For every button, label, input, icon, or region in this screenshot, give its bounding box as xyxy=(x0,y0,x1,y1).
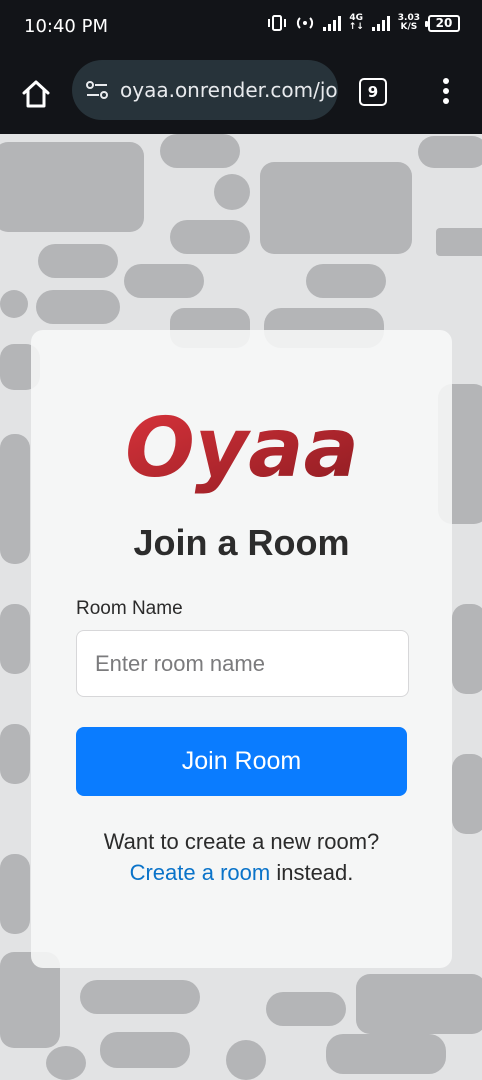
create-room-prompt: Want to create a new room? Create a room… xyxy=(31,826,452,888)
url-bar[interactable]: oyaa.onrender.com/joi xyxy=(72,60,338,120)
tab-count: 9 xyxy=(367,83,379,101)
room-name-label: Room Name xyxy=(76,598,183,619)
more-options-icon[interactable] xyxy=(436,76,456,106)
room-name-input[interactable] xyxy=(76,630,409,697)
oyaa-logo: Oyaa xyxy=(31,388,452,498)
signal-icon xyxy=(322,15,341,31)
tab-switcher-button[interactable]: 9 xyxy=(359,78,387,106)
join-room-card: Oyaa Join a Room Room Name Join Room Wan… xyxy=(31,330,452,968)
status-bar: 10:40 PM 4G ↑↓ 3.03 K/S 20 xyxy=(0,0,482,56)
url-text: oyaa.onrender.com/joi xyxy=(120,78,338,102)
oyaa-logo-mark: Oyaa xyxy=(125,401,359,496)
vibrate-icon xyxy=(267,15,286,31)
site-settings-icon[interactable] xyxy=(84,77,110,103)
network-speed: 3.03 K/S xyxy=(397,13,420,32)
create-prompt-text: Want to create a new room? xyxy=(103,829,380,854)
create-suffix-text: instead. xyxy=(270,860,354,885)
battery-icon: 20 xyxy=(425,14,460,32)
signal-icon-2 xyxy=(371,15,390,31)
browser-toolbar: oyaa.onrender.com/joi 9 xyxy=(0,56,482,134)
network-type: 4G ↑↓ xyxy=(348,13,364,32)
home-icon[interactable] xyxy=(18,76,54,112)
status-icons: 4G ↑↓ 3.03 K/S 20 xyxy=(267,14,460,32)
status-time: 10:40 PM xyxy=(24,16,108,37)
create-room-link[interactable]: Create a room xyxy=(130,860,271,885)
hotspot-icon xyxy=(296,17,313,29)
page-title: Join a Room xyxy=(133,522,350,563)
svg-text:Oyaa: Oyaa xyxy=(125,401,359,496)
join-room-button[interactable]: Join Room xyxy=(76,727,407,796)
